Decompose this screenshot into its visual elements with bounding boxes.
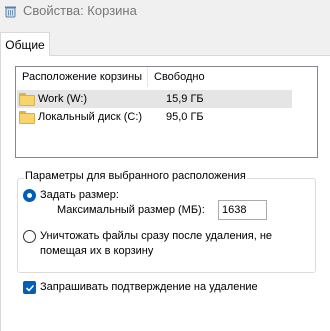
folder-icon <box>19 110 35 124</box>
location-name: Work (W:) <box>38 93 88 105</box>
delete-immediately-label-line1[interactable]: Уничтожать файлы сразу после удаления, н… <box>40 230 272 242</box>
folder-icon <box>19 92 35 106</box>
tab-general[interactable]: Общие <box>0 32 50 56</box>
list-item[interactable]: Work (W:) 15,9 ГБ <box>17 90 292 108</box>
title-bar: Свойства: Корзина <box>0 0 330 22</box>
delete-immediately-label-line2[interactable]: помещая их в корзину <box>40 245 153 257</box>
list-item[interactable]: Локальный диск (C:) 95,0 ГБ <box>17 108 292 126</box>
recycle-bin-icon <box>4 5 17 18</box>
location-name: Локальный диск (C:) <box>38 111 143 123</box>
location-free-space: 95,0 ГБ <box>166 111 204 123</box>
column-header-free[interactable]: Свободно <box>148 67 228 87</box>
recycle-bin-locations-list[interactable]: Расположение корзины Свободно Work (W:) … <box>15 66 318 158</box>
list-header: Расположение корзины Свободно <box>16 67 317 87</box>
max-size-label: Максимальный размер (МБ): <box>57 204 205 216</box>
checkmark-icon <box>25 284 34 292</box>
window-title: Свойства: Корзина <box>23 3 137 18</box>
custom-size-radio[interactable] <box>23 189 36 202</box>
delete-immediately-radio[interactable] <box>23 230 36 243</box>
location-free-space: 15,9 ГБ <box>166 93 204 105</box>
column-header-location[interactable]: Расположение корзины <box>16 67 148 87</box>
confirm-delete-checkbox[interactable] <box>23 281 36 294</box>
confirm-delete-label[interactable]: Запрашивать подтверждение на удаление <box>40 281 258 293</box>
settings-group-title: Параметры для выбранного расположения <box>24 170 247 182</box>
max-size-input[interactable] <box>218 200 267 220</box>
custom-size-label[interactable]: Задать размер: <box>40 189 119 201</box>
